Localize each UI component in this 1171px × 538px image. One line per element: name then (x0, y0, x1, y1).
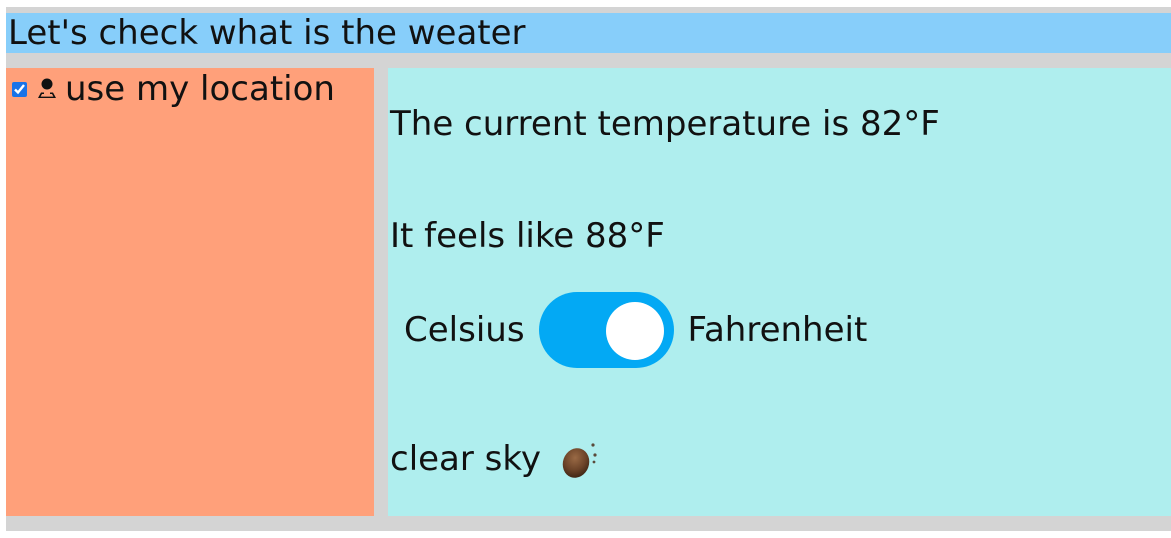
use-location-option[interactable]: use my location (10, 68, 335, 110)
unit-toggle-switch[interactable] (538, 292, 674, 368)
toggle-knob (605, 302, 664, 360)
weather-description: clear sky (390, 439, 541, 479)
unit-switch-row: Celsius Fahrenheit (404, 292, 867, 368)
current-temperature: The current temperature is 82°F (390, 104, 940, 144)
weather-panel: The current temperature is 82°F It feels… (388, 68, 1171, 516)
person-pin-icon (35, 77, 59, 101)
celsius-label: Celsius (404, 310, 525, 350)
sidebar: use my location (6, 68, 374, 516)
page-header: Let's check what is the weater (6, 13, 1171, 53)
page-title: Let's check what is the weater (8, 13, 526, 53)
fahrenheit-label: Fahrenheit (687, 310, 868, 350)
use-location-label: use my location (65, 69, 335, 109)
page-container: Let's check what is the weater use my lo… (6, 7, 1171, 531)
weather-description-row: clear sky (390, 438, 601, 480)
use-location-checkbox[interactable] (12, 81, 27, 97)
feels-like-temperature: It feels like 88°F (390, 216, 665, 256)
clear-sky-icon (559, 438, 601, 480)
